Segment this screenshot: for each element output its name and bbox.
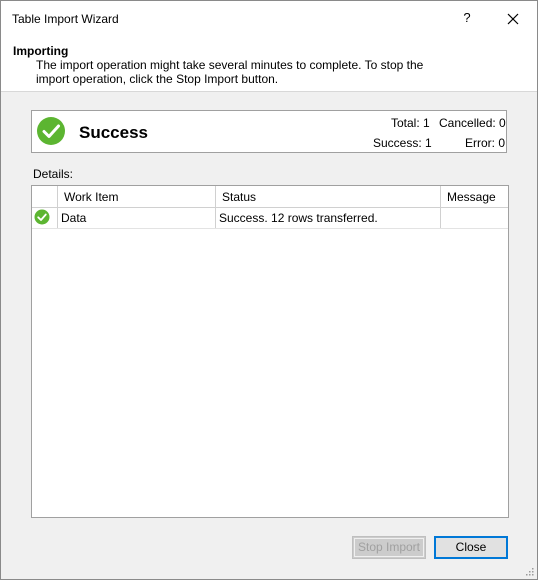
resize-grip-icon[interactable] — [524, 566, 534, 576]
work-item-cell: Data — [61, 211, 87, 225]
table-row[interactable]: Data Success. 12 rows transferred. — [32, 207, 508, 229]
stop-import-button[interactable]: Stop Import — [352, 536, 426, 559]
status-cell: Success. 12 rows transferred. — [219, 211, 378, 225]
column-header-work-item[interactable]: Work Item — [64, 190, 118, 204]
stop-import-label: Stop Import — [354, 538, 424, 557]
total-count: Total: 1 — [391, 116, 430, 130]
success-check-icon — [37, 117, 65, 145]
close-window-button[interactable] — [502, 8, 524, 30]
success-check-icon — [34, 209, 50, 225]
title-bar[interactable]: Table Import Wizard ? — [1, 1, 537, 37]
details-label: Details: — [33, 167, 74, 181]
column-header-message[interactable]: Message — [447, 190, 496, 204]
column-header-status[interactable]: Status — [222, 190, 256, 204]
close-icon — [507, 13, 519, 25]
cancelled-count: Cancelled: 0 — [439, 116, 506, 130]
error-count: Error: 0 — [465, 136, 506, 150]
close-button[interactable]: Close — [434, 536, 508, 559]
status-text: Success — [79, 123, 148, 142]
success-count: Success: 1 — [373, 136, 432, 150]
help-button[interactable]: ? — [459, 8, 475, 28]
details-grid[interactable]: Work Item Status Message Data Success. 1… — [31, 185, 509, 518]
status-summary-panel: Success Total: 1 Cancelled: 0 Success: 1… — [31, 110, 507, 153]
page-heading: Importing — [13, 44, 69, 58]
wizard-header: Importing The import operation might tak… — [1, 37, 537, 92]
table-import-wizard-dialog: Table Import Wizard ? Importing The impo… — [0, 0, 538, 580]
grid-header: Work Item Status Message — [32, 186, 508, 228]
page-description: The import operation might take several … — [36, 58, 424, 86]
window-title: Table Import Wizard — [12, 12, 119, 26]
